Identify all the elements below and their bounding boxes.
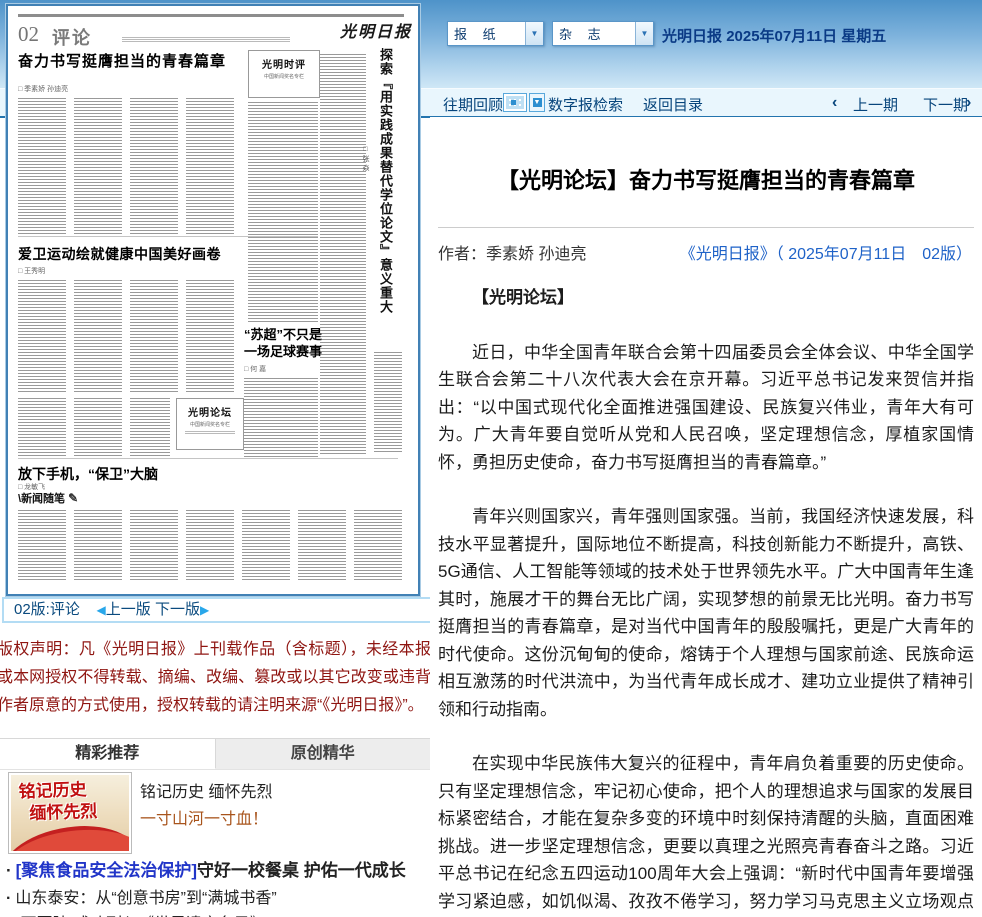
newsprint-text-block (18, 280, 66, 392)
newsprint-text-block (130, 98, 178, 238)
newsprint-text-block (18, 98, 66, 238)
thumb-authors-main: □ 季素娇 孙迪亮 (18, 84, 68, 94)
thumb-masthead: 光明日报 (340, 18, 412, 42)
banner-calligraphy-text: 铭记历史 缅怀先烈 (18, 779, 97, 826)
newsprint-text-block (130, 398, 170, 458)
paper-name: 光明日报 (662, 28, 722, 45)
back-to-toc-link[interactable]: 返回目录 (643, 94, 703, 115)
thumb-section-name: 评论 (52, 24, 92, 50)
column-tag: 【光明论坛】 (438, 284, 974, 312)
chevron-down-icon[interactable]: ▼ (635, 22, 653, 45)
list-item[interactable]: ·[聚焦食品安全法治保护]守好一校餐桌 护佑一代成长 (6, 856, 426, 881)
paragraph: 在实现中华民族伟大复兴的征程中，青年肩负着重要的历史使命。只有坚定理想信念，牢记… (438, 750, 974, 917)
recommend-item-link[interactable]: 一寸山河一寸血！ (140, 805, 268, 829)
newsprint-text-block (130, 280, 178, 392)
digital-search-link[interactable]: 数字报检索 (548, 94, 623, 115)
newsprint-text-block (354, 510, 402, 582)
newsprint-text-block (298, 510, 346, 582)
email-strip (185, 431, 235, 435)
thumb-headline-phone: 放下手机，“保卫”大脑 (18, 464, 158, 484)
calendar-icon[interactable] (503, 93, 527, 112)
newsprint-text-block (186, 98, 234, 238)
list-item[interactable]: ·“西夏陵”成功列入《世界遗产名录》 (6, 910, 426, 917)
thumb-vertical-author: □ 张 焱 (360, 146, 370, 171)
masthead-date-line: 光明日报 2025年07月11日 星期五 (662, 25, 886, 46)
article-author: 作者：季素娇 孙迪亮 (438, 240, 586, 264)
newspaper-page-thumbnail[interactable]: 02 评论 光明日报 奋力书写挺膺担当的青春篇章 □ 季素娇 孙迪亮 光明时评 … (6, 4, 420, 596)
copyright-notice: 版权声明：凡《光明日报》上刊载作品（含标题），未经本报或本网授权不得转载、摘编、… (0, 636, 431, 720)
newsprint-text-block (242, 510, 290, 582)
thumb-headline-health: 爱卫运动绘就健康中国美好画卷 (18, 244, 221, 264)
thumb-authors-soccer: □ 何 嘉 (244, 364, 266, 374)
next-page-link[interactable]: 下一版 (155, 601, 200, 618)
article-body: 【光明论坛】 近日，中华全国青年联合会第十四届委员会全体会议、中华全国学生联合会… (430, 284, 982, 917)
thumb-authors-health: □ 王秀明 (18, 266, 45, 276)
paragraph: 青年兴则国家兴，青年强则国家强。当前，我国经济快速发展，科技水平显著提升，国际地… (438, 503, 974, 723)
thumb-page-number: 02 (18, 22, 39, 47)
newsprint-text-block (248, 102, 318, 324)
next-issue-arrow[interactable]: › (966, 94, 971, 112)
newsprint-text-block (130, 510, 178, 582)
recommend-banner-image[interactable]: 铭记历史 缅怀先烈 (8, 772, 132, 854)
newspaper-select-value: 报 纸 (448, 24, 525, 43)
thumb-headline-main: 奋力书写挺膺担当的青春篇章 (18, 52, 250, 72)
newsprint-text-block (186, 280, 234, 392)
chevron-down-icon[interactable]: ▼ (525, 22, 543, 45)
recommend-tabs: 精彩推荐 原创精华 (0, 738, 430, 770)
thumb-date-strip (122, 37, 290, 42)
column-box-shiping: 光明时评 中国新闻奖名专栏 (248, 50, 320, 98)
tab-original[interactable]: 原创精华 (216, 739, 431, 769)
newsprint-text-block (18, 398, 66, 458)
newsprint-text-block (186, 510, 234, 582)
header-rule (18, 14, 404, 17)
newsprint-text-block (74, 280, 122, 392)
paragraph: 近日，中华全国青年联合会第十四届委员会全体会议、中华全国学生联合会第二十八次代表… (438, 339, 974, 477)
newsprint-text-block (374, 352, 402, 452)
list-item[interactable]: ·山东泰安：从“创意书房”到“满城书香” (6, 884, 426, 908)
essay-tag: \新闻随笔 ✎ (18, 490, 78, 506)
newsprint-text-block (18, 510, 66, 582)
next-page-arrow-icon[interactable]: ▶ (200, 603, 209, 617)
newsprint-text-block (74, 398, 122, 458)
page-navigation-bar: 02版:评论 ◀上一版 下一版▶ (2, 597, 434, 623)
recommend-item-title[interactable]: 铭记历史 缅怀先烈 (140, 778, 272, 802)
newsprint-text-block (320, 54, 366, 454)
prev-issue-link[interactable]: 上一期 (853, 94, 898, 115)
digital-newspaper-reader: 报 纸 ▼ 杂 志 ▼ 光明日报 2025年07月11日 星期五 往期回顾 ▼ … (0, 0, 982, 917)
item-category-link[interactable]: [聚焦食品安全法治保护] (16, 861, 197, 880)
newsprint-text-block (244, 378, 318, 458)
magazine-select-value: 杂 志 (553, 24, 635, 43)
article-source-link[interactable]: 《光明日报》（ 2025年07月11日 02版） (680, 240, 972, 264)
article-title: 【光明论坛】奋力书写挺膺担当的青春篇章 (438, 163, 974, 195)
newsprint-text-block (74, 510, 122, 582)
prev-page-arrow-icon[interactable]: ◀ (97, 603, 106, 617)
next-issue-link[interactable]: 下一期 (923, 94, 968, 115)
calendar-dropdown-icon[interactable]: ▼ (529, 93, 545, 112)
issue-date: 2025年07月11日 星期五 (726, 28, 886, 45)
thumb-headline-soccer: “苏超”不只是 一场足球赛事 (244, 326, 328, 360)
back-issues-link[interactable]: 往期回顾 (443, 94, 503, 115)
tab-featured[interactable]: 精彩推荐 (0, 739, 216, 769)
prev-page-link[interactable]: 上一版 (106, 601, 151, 618)
magazine-select[interactable]: 杂 志 ▼ (552, 21, 654, 46)
prev-issue-arrow[interactable]: ‹ (832, 94, 837, 112)
pen-icon: ✎ (68, 491, 78, 505)
article-meta-row: 作者：季素娇 孙迪亮 《光明日报》（ 2025年07月11日 02版） (430, 228, 982, 264)
newspaper-select[interactable]: 报 纸 ▼ (447, 21, 544, 46)
article-pane: 【光明论坛】奋力书写挺膺担当的青春篇章 作者：季素娇 孙迪亮 《光明日报》（ 2… (430, 117, 982, 917)
page-label: 02版:评论 (14, 601, 80, 618)
date-picker[interactable]: ▼ (503, 93, 545, 112)
thumb-vertical-headline: 探索『用实践成果替代学位论文』意义重大 (376, 48, 395, 338)
newsprint-text-block (74, 98, 122, 238)
left-pane: 02 评论 光明日报 奋力书写挺膺担当的青春篇章 □ 季素娇 孙迪亮 光明时评 … (0, 0, 430, 917)
column-box-luntan: 光明论坛 中国新闻奖名专栏 (176, 398, 244, 450)
